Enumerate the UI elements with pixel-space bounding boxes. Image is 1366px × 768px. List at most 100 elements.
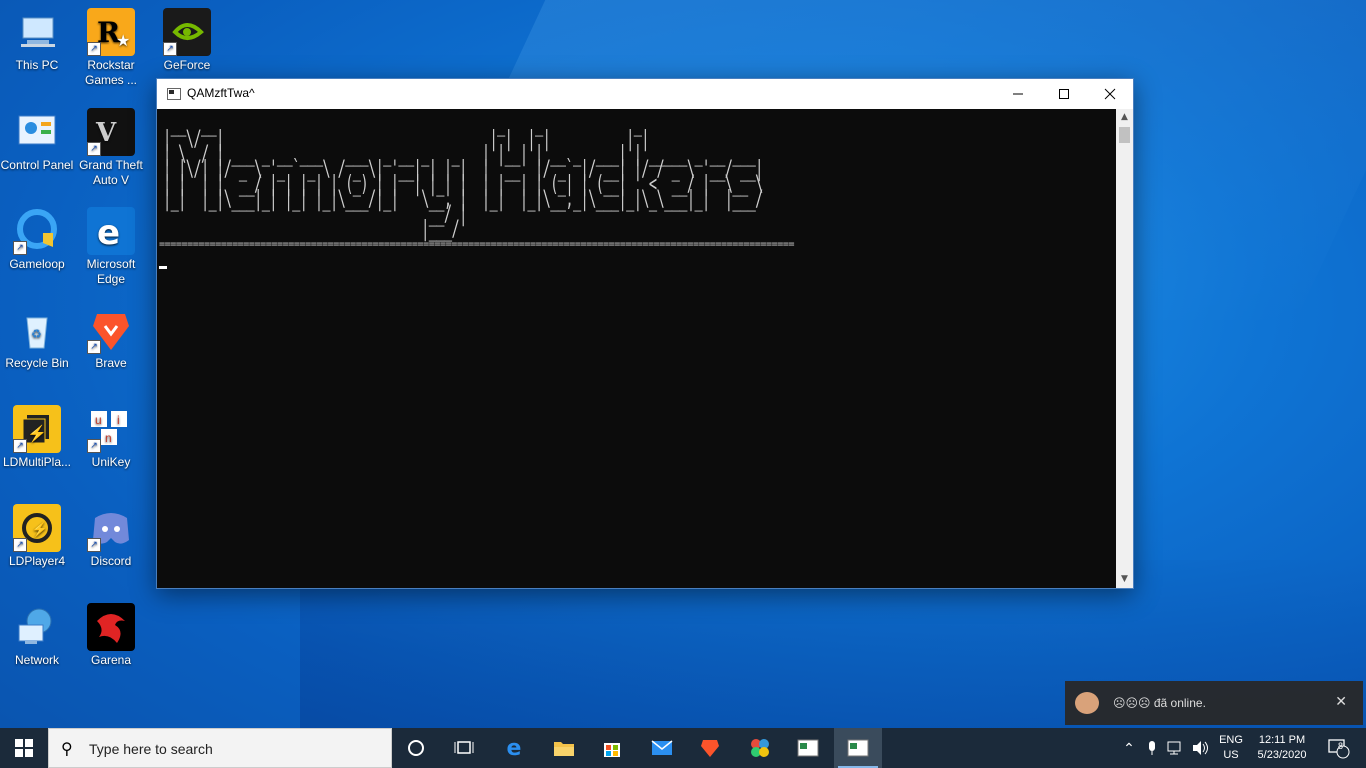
- text-cursor: [159, 266, 167, 269]
- separator-line: ========================================…: [159, 239, 795, 250]
- gta-icon: V ↗: [87, 108, 135, 156]
- taskbar-brave[interactable]: [686, 728, 734, 768]
- window-titlebar[interactable]: QAMzftTwa^: [157, 79, 1133, 109]
- shortcut-arrow-icon: ↗: [87, 439, 101, 453]
- svg-text:i: i: [117, 413, 120, 427]
- desktop-icon-this-pc[interactable]: This PC: [0, 8, 74, 73]
- taskbar-app[interactable]: [736, 728, 784, 768]
- console-icon: [847, 739, 869, 757]
- edge-icon: e: [506, 735, 522, 761]
- desktop-icon-rockstar[interactable]: R ★ ↗ Rockstar Games ...: [74, 8, 148, 88]
- this-pc-icon: [13, 8, 61, 56]
- shortcut-arrow-icon: ↗: [87, 42, 101, 56]
- console-output[interactable]: __ __ _ _ _ | \/ | | | | | | | | \ / | _…: [157, 109, 1116, 588]
- chevron-up-icon: ⌃: [1123, 739, 1135, 756]
- microphone-icon: [1149, 741, 1155, 755]
- notification-count-badge: 8: [1338, 741, 1344, 751]
- desktop-icon-control-panel[interactable]: Control Panel: [0, 108, 74, 173]
- tray-microphone[interactable]: [1142, 728, 1162, 768]
- cortana-button[interactable]: [392, 728, 440, 768]
- discord-icon: ↗: [87, 504, 135, 552]
- clock-time: 12:11 PM: [1258, 734, 1306, 746]
- clock-date: 5/23/2020: [1257, 749, 1307, 761]
- close-button[interactable]: [1087, 79, 1133, 109]
- desktop-icon-geforce[interactable]: ↗ GeForce Experience: [150, 8, 224, 73]
- svg-text:⚡: ⚡: [31, 521, 48, 538]
- desktop-icon-discord[interactable]: ↗ Discord: [74, 504, 148, 569]
- cortana-icon: [408, 740, 424, 756]
- scroll-up-icon[interactable]: ▲: [1116, 109, 1133, 126]
- close-icon: [1104, 88, 1116, 100]
- tray-language[interactable]: ENG US: [1214, 728, 1248, 768]
- vertical-scrollbar[interactable]: ▲ ▼: [1116, 109, 1133, 588]
- svg-text:⚡: ⚡: [27, 424, 47, 443]
- search-placeholder: Type here to search: [89, 741, 213, 757]
- folder-icon: [554, 742, 574, 756]
- shortcut-arrow-icon: ↗: [13, 538, 27, 552]
- taskbar-file-explorer[interactable]: [540, 728, 588, 768]
- ldmultiplayer-icon: ⚡ ↗: [13, 405, 61, 453]
- rockstar-icon: R ★ ↗: [87, 8, 135, 56]
- minimize-button[interactable]: [995, 79, 1041, 109]
- shortcut-arrow-icon: ↗: [13, 439, 27, 453]
- search-icon: ⚲: [61, 739, 73, 758]
- ldplayer-icon: ⚡ ↗: [13, 504, 61, 552]
- console-window[interactable]: QAMzftTwa^ __ __ _ _ _ | \/ | | | | | | …: [156, 78, 1134, 589]
- recycle-bin-icon: ♻: [13, 306, 61, 354]
- desktop-icon-gameloop[interactable]: ↗ Gameloop: [0, 207, 74, 272]
- network-icon: [1167, 741, 1181, 755]
- desktop-icon-garena[interactable]: Garena: [74, 603, 148, 668]
- tray-volume[interactable]: [1190, 728, 1212, 768]
- shortcut-arrow-icon: ↗: [87, 340, 101, 354]
- maximize-button[interactable]: [1041, 79, 1087, 109]
- svg-text:u: u: [95, 413, 102, 427]
- taskbar-edge[interactable]: e: [490, 728, 538, 768]
- desktop-icon-edge[interactable]: e Microsoft Edge: [74, 207, 148, 287]
- action-center-button[interactable]: 8: [1318, 728, 1358, 768]
- console-app-icon: [167, 88, 181, 100]
- notification-toast[interactable]: ☹☹☹ đã online. ✕: [1065, 681, 1363, 725]
- maximize-icon: [1059, 89, 1069, 99]
- nvidia-icon: ↗: [163, 8, 211, 56]
- desktop-icon-ldplayer[interactable]: ⚡ ↗ LDPlayer4: [0, 504, 74, 569]
- svg-text:e: e: [97, 213, 120, 253]
- task-view-icon: [454, 741, 474, 754]
- volume-icon: [1193, 741, 1208, 755]
- desktop-icon-ldmultiplayer[interactable]: ⚡ ↗ LDMultiPla...: [0, 405, 74, 470]
- minimize-icon: [1013, 93, 1023, 95]
- avatar: [1075, 692, 1099, 714]
- desktop-icon-brave[interactable]: ↗ Brave: [74, 306, 148, 371]
- taskbar-store[interactable]: [588, 728, 636, 768]
- brave-icon: [701, 740, 719, 757]
- taskbar-mail[interactable]: [638, 728, 686, 768]
- app-icon: [751, 739, 769, 757]
- desktop-icon-unikey[interactable]: uin ↗ UniKey: [74, 405, 148, 470]
- toast-close-icon[interactable]: ✕: [1335, 693, 1347, 710]
- taskbar-console-2[interactable]: [834, 728, 882, 768]
- tray-clock[interactable]: 12:11 PM 5/23/2020: [1250, 728, 1314, 768]
- show-hidden-icons[interactable]: ⌃: [1118, 728, 1140, 768]
- shortcut-arrow-icon: ↗: [87, 538, 101, 552]
- desktop-icon-recycle-bin[interactable]: ♻ Recycle Bin: [0, 306, 74, 371]
- start-button[interactable]: [0, 728, 48, 768]
- shortcut-arrow-icon: ↗: [163, 42, 177, 56]
- window-title: QAMzftTwa^: [187, 86, 255, 100]
- shortcut-arrow-icon: ↗: [13, 241, 27, 255]
- ascii-banner: __ __ _ _ _ | \/ | | | | | | | | \ / | _…: [163, 112, 763, 242]
- taskbar-search-box[interactable]: ⚲ Type here to search: [48, 728, 392, 768]
- network-icon: [13, 603, 61, 651]
- taskbar-console-1[interactable]: [784, 728, 832, 768]
- desktop-icon-gta[interactable]: V ↗ Grand Theft Auto V: [74, 108, 148, 188]
- tray-network[interactable]: [1164, 728, 1188, 768]
- svg-text:♻: ♻: [31, 327, 42, 341]
- garena-icon: [87, 603, 135, 651]
- scroll-down-icon[interactable]: ▼: [1116, 571, 1133, 588]
- scroll-thumb[interactable]: [1119, 127, 1130, 143]
- windows-logo-icon: [15, 739, 33, 757]
- edge-icon: e: [87, 207, 135, 255]
- toast-message: ☹☹☹ đã online.: [1113, 696, 1206, 710]
- store-icon: [604, 743, 620, 757]
- task-view-button[interactable]: [440, 728, 488, 768]
- desktop-icon-network[interactable]: Network: [0, 603, 74, 668]
- console-icon: [797, 739, 819, 757]
